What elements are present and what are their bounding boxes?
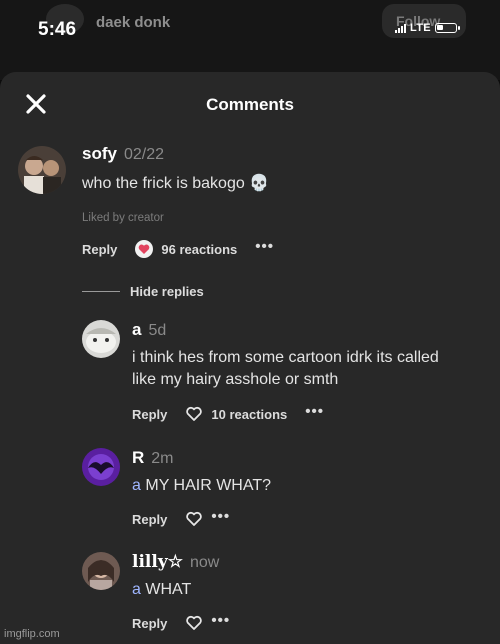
- battery-icon: [434, 23, 460, 33]
- reply-text: a MY HAIR WHAT?: [132, 475, 462, 497]
- comment-time: 02/22: [123, 146, 165, 163]
- reply-button[interactable]: Reply: [132, 512, 167, 527]
- hide-replies-label: Hide replies: [130, 284, 204, 299]
- heart-filled-icon[interactable]: [135, 240, 154, 258]
- more-options-button[interactable]: •••: [211, 613, 230, 630]
- reply-author-line: lilly☆ now: [132, 552, 219, 572]
- mention-link[interactable]: a: [132, 581, 141, 598]
- reply-time: 2m: [151, 450, 174, 467]
- reply-author[interactable]: lilly☆: [132, 552, 183, 572]
- avatar[interactable]: [18, 146, 66, 194]
- heart-outline-icon[interactable]: [185, 405, 203, 423]
- reactions-count[interactable]: 10 reactions: [211, 407, 287, 422]
- avatar[interactable]: [82, 320, 120, 358]
- network-type: LTE: [410, 22, 431, 34]
- comment-actions: Reply 96 reactions •••: [82, 239, 274, 258]
- heart-outline-icon[interactable]: [185, 614, 203, 632]
- status-time: 5:46: [38, 19, 77, 40]
- skull-emoji: 💀: [249, 175, 270, 192]
- background-post-username: daek donk: [96, 14, 171, 31]
- status-indicators: LTE: [395, 22, 460, 34]
- more-options-button[interactable]: •••: [211, 509, 230, 526]
- reply-text-content: WHAT: [145, 581, 192, 598]
- reply-text-content: MY HAIR WHAT?: [145, 477, 271, 494]
- reply-author[interactable]: a: [132, 320, 141, 339]
- reply-time: 5d: [148, 322, 167, 339]
- hide-replies-button[interactable]: Hide replies: [82, 284, 204, 299]
- reply-actions: Reply •••: [132, 613, 230, 632]
- reply-button[interactable]: Reply: [82, 242, 117, 257]
- reply-text: a WHAT: [132, 579, 462, 601]
- more-options-button[interactable]: •••: [305, 404, 324, 421]
- comment-text: who the frick is bakogo 💀: [82, 173, 442, 195]
- comment-text-content: who the frick is bakogo: [82, 175, 245, 192]
- comments-sheet: Comments sofy 02/22 who the frick is bako…: [0, 72, 500, 644]
- comment-author[interactable]: sofy: [82, 144, 117, 163]
- reply-author-line: R 2m: [132, 448, 174, 468]
- signal-icon: [395, 23, 406, 33]
- hide-replies-divider: [82, 291, 120, 292]
- liked-by-creator: Liked by creator: [82, 212, 164, 224]
- reply-time: now: [189, 554, 220, 571]
- imgflip-watermark: imgflip.com: [4, 628, 60, 640]
- reply-button[interactable]: Reply: [132, 616, 167, 631]
- mention-link[interactable]: a: [132, 477, 141, 494]
- reply-text: i think hes from some cartoon idrk its c…: [132, 349, 439, 388]
- reply-actions: Reply •••: [132, 509, 230, 528]
- sheet-title: Comments: [206, 95, 294, 114]
- more-options-button[interactable]: •••: [255, 239, 274, 256]
- reply-button[interactable]: Reply: [132, 407, 167, 422]
- reply-author[interactable]: R: [132, 448, 144, 467]
- reply-author-line: a 5d: [132, 320, 166, 340]
- heart-outline-icon[interactable]: [185, 510, 203, 528]
- comment-author-line: sofy 02/22: [82, 144, 164, 164]
- avatar[interactable]: [82, 448, 120, 486]
- avatar[interactable]: [82, 552, 120, 590]
- reactions-count[interactable]: 96 reactions: [161, 242, 237, 257]
- reply-actions: Reply 10 reactions •••: [132, 404, 324, 423]
